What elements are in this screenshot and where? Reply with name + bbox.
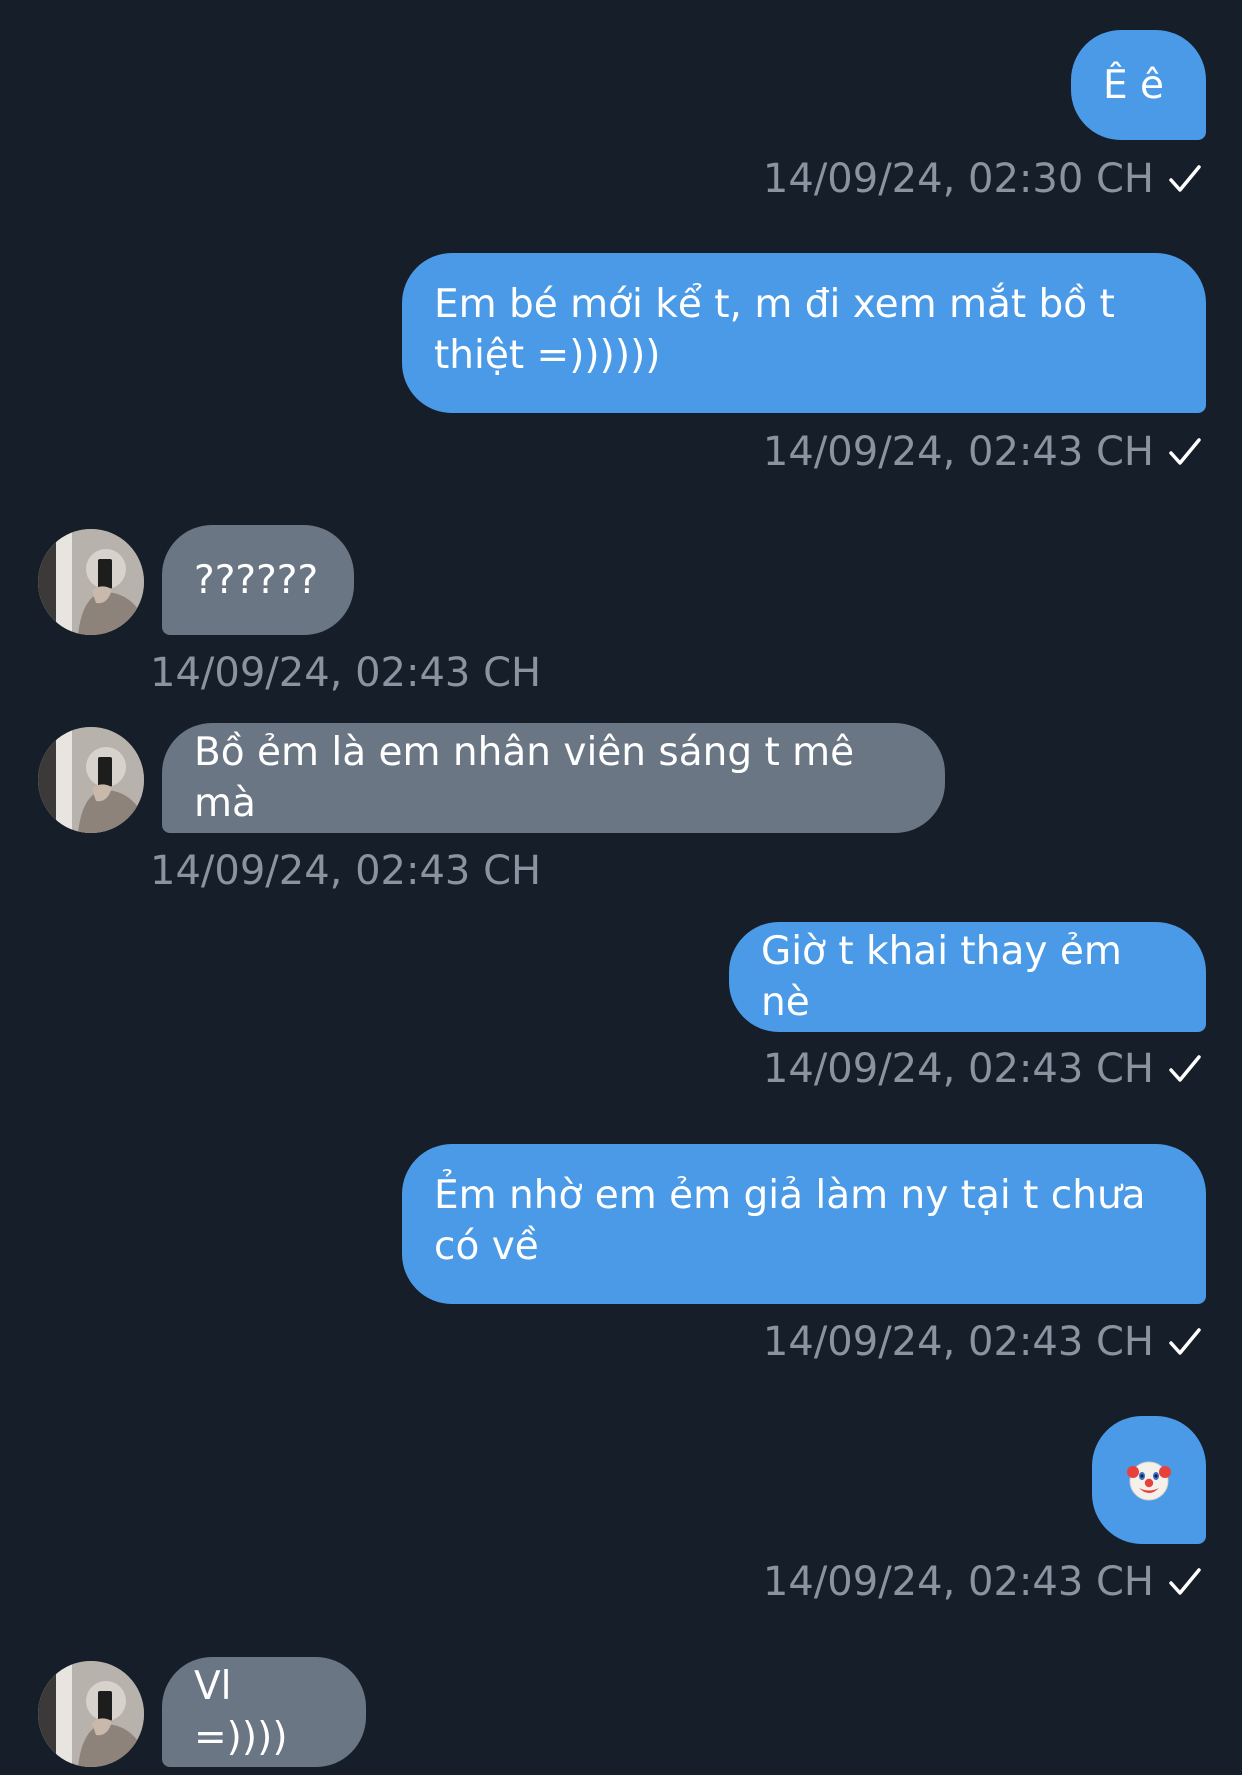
check-icon <box>1169 438 1201 465</box>
outgoing-message-bubble[interactable]: Ê ê <box>1071 30 1206 140</box>
message-timestamp: 14/09/24, 02:43 CH <box>150 848 542 894</box>
check-icon <box>1169 1055 1201 1082</box>
check-icon <box>1169 1568 1201 1595</box>
incoming-message-bubble[interactable]: Vl =)))) <box>162 1657 366 1767</box>
message-text: Ẻm nhờ em ẻm giả làm ny tại t chưa có về <box>434 1173 1146 1269</box>
message-meta: 14/09/24, 02:43 CH <box>150 846 541 896</box>
avatar-photo <box>38 727 144 833</box>
clown-face-emoji <box>1127 1461 1171 1501</box>
check-icon <box>1169 165 1201 192</box>
message-meta: 14/09/24, 02:30 CH <box>763 154 1202 204</box>
contact-avatar[interactable] <box>38 1661 144 1767</box>
message-timestamp: 14/09/24, 02:43 CH <box>762 1559 1154 1605</box>
message-text: Em bé mới kể t, m đi xem mắt bồ t thiệt … <box>434 282 1115 378</box>
message-meta: 14/09/24, 02:43 CH <box>763 1317 1202 1367</box>
message-text: ?????? <box>194 557 319 603</box>
outgoing-message-bubble[interactable] <box>1092 1416 1206 1544</box>
message-meta: 14/09/24, 02:43 CH <box>763 427 1202 477</box>
outgoing-message-bubble[interactable]: Giờ t khai thay ẻm nè <box>729 922 1206 1032</box>
incoming-message-bubble[interactable]: ?????? <box>162 525 354 635</box>
message-text: Giờ t khai thay ẻm nè <box>761 929 1122 1025</box>
message-timestamp: 14/09/24, 02:30 CH <box>762 156 1154 202</box>
incoming-message-bubble[interactable]: Bồ ẻm là em nhân viên sáng t mê mà <box>162 723 945 833</box>
message-meta: 14/09/24, 02:43 CH <box>763 1557 1202 1607</box>
avatar-photo <box>38 529 144 635</box>
message-timestamp: 14/09/24, 02:43 CH <box>150 650 542 696</box>
message-text: Ê ê <box>1103 62 1165 108</box>
avatar-photo <box>38 1661 144 1767</box>
contact-avatar[interactable] <box>38 529 144 635</box>
message-meta: 14/09/24, 02:43 CH <box>763 1044 1202 1094</box>
message-timestamp: 14/09/24, 02:43 CH <box>762 1046 1154 1092</box>
check-icon <box>1169 1328 1201 1355</box>
message-timestamp: 14/09/24, 02:43 CH <box>762 429 1154 475</box>
message-timestamp: 14/09/24, 02:43 CH <box>762 1319 1154 1365</box>
chat-thread[interactable]: Ê ê 14/09/24, 02:30 CH Em bé mới kể t, m… <box>0 0 1242 1775</box>
message-text: Bồ ẻm là em nhân viên sáng t mê mà <box>194 730 855 826</box>
outgoing-message-bubble[interactable]: Em bé mới kể t, m đi xem mắt bồ t thiệt … <box>402 253 1206 413</box>
contact-avatar[interactable] <box>38 727 144 833</box>
message-text: Vl =)))) <box>194 1664 288 1760</box>
outgoing-message-bubble[interactable]: Ẻm nhờ em ẻm giả làm ny tại t chưa có về <box>402 1144 1206 1304</box>
message-meta: 14/09/24, 02:43 CH <box>150 648 541 698</box>
